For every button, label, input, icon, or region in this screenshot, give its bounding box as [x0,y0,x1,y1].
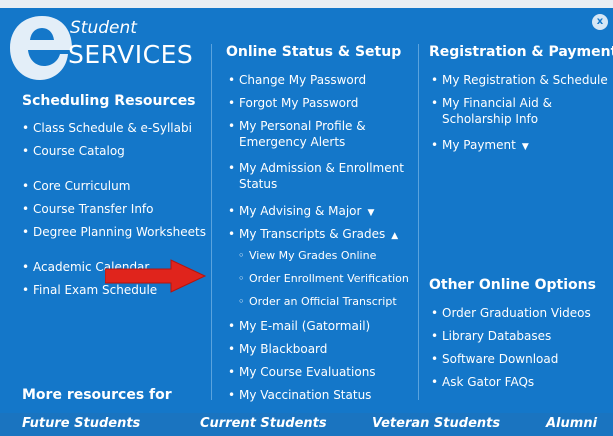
link-course-transfer-info[interactable]: • Course Transfer Info [22,201,154,217]
link-alumni[interactable]: Alumni [546,416,597,431]
link-registration-schedule[interactable]: •My Registration & Schedule▼ [431,72,613,90]
link-personal-profile[interactable]: • My Personal Profile & Emergency Alerts [228,118,366,150]
sublink-view-grades[interactable]: ◦ View My Grades Online [238,249,376,262]
link-future-students[interactable]: Future Students [22,416,140,431]
link-change-password[interactable]: • Change My Password [228,72,366,88]
link-course-evaluations[interactable]: • My Course Evaluations [228,364,376,380]
scheduling-resources-heading: Scheduling Resources [22,93,196,109]
link-label: My Transcripts & Grades [239,227,386,241]
link-label-line2: Emergency Alerts [239,135,346,149]
close-button[interactable]: x [592,14,608,30]
link-email-gatormail[interactable]: • My E-mail (Gatormail) [228,318,370,334]
link-forgot-password[interactable]: • Forgot My Password [228,95,358,111]
sublink-order-transcript[interactable]: ◦ Order an Official Transcript [238,295,397,308]
logo-student-text: Student [70,18,137,38]
link-blackboard[interactable]: • My Blackboard [228,341,327,357]
top-strip [0,0,613,8]
link-label: Course Transfer Info [33,202,154,216]
link-label: My Financial Aid & [442,96,552,110]
online-status-heading: Online Status & Setup [226,44,402,60]
link-label: My Course Evaluations [239,365,376,379]
column-divider [211,44,212,400]
link-vaccination-status[interactable]: • My Vaccination Status [228,387,371,403]
logo-services-text: SERVICES [68,40,194,69]
link-label: My E-mail (Gatormail) [239,319,371,333]
link-software-download[interactable]: • Software Download [431,351,558,367]
link-degree-planning-worksheets[interactable]: • Degree Planning Worksheets [22,224,206,240]
link-veteran-students[interactable]: Veteran Students [372,416,500,431]
sublink-label: View My Grades Online [249,249,377,262]
link-label: My Personal Profile & [239,119,366,133]
column-divider [418,44,419,400]
red-arrow-icon [105,259,207,293]
caret-down-icon: ▼ [367,208,375,218]
link-financial-aid[interactable]: • My Financial Aid & Scholarship Info [431,95,552,127]
link-label: Core Curriculum [33,179,131,193]
link-admission-enrollment[interactable]: • My Admission & Enrollment Status [228,160,404,192]
link-label: Ask Gator FAQs [442,375,535,389]
link-label: Software Download [442,352,559,366]
link-core-curriculum[interactable]: • Core Curriculum [22,178,130,194]
link-label: Change My Password [239,73,367,87]
student-services-menu: Student SERVICES x Scheduling Resources … [0,0,613,436]
link-label: Forgot My Password [239,96,359,110]
link-label: My Payment [442,138,516,152]
registration-payment-heading: Registration & Payment [429,44,613,60]
link-label: My Vaccination Status [239,388,372,402]
link-label: My Blackboard [239,342,328,356]
link-ask-gator-faqs[interactable]: • Ask Gator FAQs [431,374,534,390]
link-label: Class Schedule & e-Syllabi [33,121,192,135]
link-library-databases[interactable]: • Library Databases [431,328,551,344]
link-advising-major[interactable]: • My Advising & Major ▼ [228,203,374,221]
link-class-schedule[interactable]: • Class Schedule & e-Syllabi [22,120,192,136]
link-label-line2: Status [239,177,278,191]
link-my-payment[interactable]: • My Payment ▼ [431,137,529,155]
link-label: Order Graduation Videos [442,306,591,320]
estudent-services-logo: Student SERVICES [8,10,198,80]
link-label: Course Catalog [33,144,125,158]
other-online-options-heading: Other Online Options [429,277,596,293]
sublink-label: Order Enrollment Verification [249,272,409,285]
link-transcripts-grades[interactable]: • My Transcripts & Grades ▲ [228,226,398,244]
link-label-line2: Scholarship Info [442,112,539,126]
link-label: My Admission & Enrollment [239,161,404,175]
more-resources-heading: More resources for [22,387,172,403]
link-label: Degree Planning Worksheets [33,225,206,239]
link-label: Library Databases [442,329,552,343]
sublink-order-enrollment-verification[interactable]: ◦ Order Enrollment Verification [238,272,409,285]
link-current-students[interactable]: Current Students [200,416,327,431]
link-label: My Registration & Schedule [442,73,608,87]
caret-down-icon: ▼ [521,142,529,152]
link-label: My Advising & Major [239,204,362,218]
link-order-graduation-videos[interactable]: • Order Graduation Videos [431,305,591,321]
caret-up-icon: ▲ [391,231,399,241]
link-course-catalog[interactable]: • Course Catalog [22,143,125,159]
sublink-label: Order an Official Transcript [249,295,397,308]
